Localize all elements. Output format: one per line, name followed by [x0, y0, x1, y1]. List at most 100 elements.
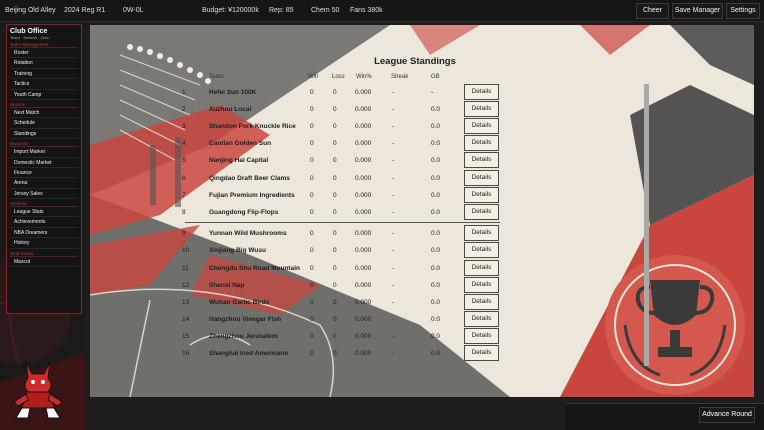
cell-win: 0 — [310, 157, 314, 165]
cell-streak: - — [392, 174, 395, 182]
cell-win: 0 — [310, 350, 314, 357]
cell-pct: 0.000 — [355, 106, 372, 114]
cheer-button[interactable]: Cheer — [636, 3, 669, 19]
cell-team: Shanghai Iced Americano — [209, 350, 289, 357]
cell-win: 0 — [310, 174, 314, 182]
cell-rank: 7 — [182, 191, 186, 199]
sidebar-item-schedule[interactable]: Schedule — [10, 118, 78, 129]
sidebar-item-history[interactable]: History — [10, 238, 78, 249]
cell-pct: 0.000 — [355, 208, 372, 216]
sidebar-item-import-market[interactable]: Import Market — [10, 147, 78, 158]
details-button[interactable]: Details — [464, 345, 499, 361]
table-row: 14 Hangzhou Vinegar Fish 0 0 0.000 - 0.0 Detail… — [90, 310, 754, 328]
details-button[interactable]: Details — [464, 225, 499, 242]
team-name: Beijing Old Alley — [5, 7, 56, 14]
cell-gb: 0.0 — [431, 298, 441, 306]
header-gb: GB — [431, 74, 440, 80]
sidebar-item-mascot[interactable]: Mascot — [10, 257, 78, 268]
save-manager-button[interactable]: Save Manager — [672, 3, 723, 19]
advance-round-button[interactable]: Advance Round — [699, 407, 755, 423]
cell-win: 0 — [310, 298, 314, 306]
cell-pct: 0.000 — [355, 350, 372, 357]
details-button[interactable]: Details — [464, 169, 499, 186]
cell-rank: 9 — [182, 230, 186, 238]
cell-loss: 0 — [333, 247, 337, 255]
sidebar-item-league-stats[interactable]: League Stats — [10, 207, 78, 218]
cell-pct: 0.000 — [355, 174, 372, 182]
cell-gb: 0.0 — [431, 315, 441, 323]
sidebar-item-finance[interactable]: Finance — [10, 168, 78, 179]
cell-streak: - — [392, 350, 395, 357]
details-button[interactable]: Details — [464, 259, 499, 276]
table-row: 5 Nanjing Hai Capital 0 0 0.000 - 0.0 Details — [90, 152, 754, 169]
details-button[interactable]: Details — [464, 203, 499, 220]
cell-rank: 8 — [182, 208, 186, 216]
details-button[interactable]: Details — [464, 310, 499, 327]
playoff-divider — [185, 222, 500, 223]
details-button[interactable]: Details — [464, 293, 499, 310]
table-row: 4 Cantian Golden Sun 0 0 0.000 - 0.0 Details — [90, 135, 754, 152]
sidebar-item-rotation[interactable]: Rotation — [10, 58, 78, 69]
sidebar-item-domestic-market[interactable]: Domestic Market — [10, 158, 78, 168]
scrollbar-thumb[interactable] — [644, 84, 649, 366]
table-row: 3 Shandon Pork Knuckle Rice 0 0 0.000 - 0.0 Det… — [90, 118, 754, 135]
cell-loss: 0 — [333, 123, 337, 131]
details-button[interactable]: Details — [464, 101, 499, 118]
details-button[interactable]: Details — [464, 118, 499, 135]
cell-team: Shanxi Nap — [209, 281, 245, 289]
cell-rank: 12 — [182, 281, 190, 289]
details-button[interactable]: Details — [464, 186, 499, 203]
cell-win: 0 — [310, 208, 314, 216]
cell-rank: 6 — [182, 174, 186, 182]
details-button[interactable]: Details — [464, 135, 499, 152]
cell-gb: 0.0 — [431, 208, 441, 216]
sidebar-item-tactics[interactable]: Tactics — [10, 79, 78, 90]
cell-gb: 0.0 — [431, 174, 441, 182]
cell-streak: - — [392, 298, 395, 306]
cell-rank: 10 — [182, 247, 190, 255]
cell-win: 0 — [310, 106, 314, 114]
settings-button[interactable]: Settings — [726, 3, 760, 19]
sidebar-item-arena[interactable]: Arena — [10, 178, 78, 189]
cell-rank: 5 — [182, 157, 186, 165]
cell-gb: 0.0 — [431, 140, 441, 148]
cell-loss: 0 — [333, 106, 337, 114]
cell-streak: - — [392, 264, 395, 272]
cell-rank: 2 — [182, 106, 186, 114]
cell-win: 0 — [310, 89, 314, 96]
cell-win: 0 — [310, 140, 314, 148]
cell-loss: 0 — [333, 350, 337, 357]
sidebar-item-next-match[interactable]: Next Match — [10, 108, 78, 119]
cell-gb: 0.0 — [431, 332, 441, 340]
details-button[interactable]: Details — [464, 242, 499, 259]
table-row: 9 Yunnan Wild Mushrooms 0 0 0.000 - 0.0 Details — [90, 225, 754, 242]
cell-team: Guangdong Flip-Flops — [209, 208, 279, 216]
header-loss: Loss — [332, 74, 345, 80]
cell-pct: 0.000 — [355, 230, 372, 238]
details-button[interactable]: Details — [464, 327, 499, 344]
details-button[interactable]: Details — [464, 276, 499, 293]
cell-streak: - — [392, 247, 395, 255]
table-row: 11 Chengdu Shu Road Mountain 0 0 0.000 - 0.0 De… — [90, 259, 754, 277]
cell-loss: 0 — [333, 315, 337, 323]
sidebar-item-achievements[interactable]: Achievements — [10, 217, 78, 228]
cell-rank: 13 — [182, 298, 190, 306]
cell-team: Zhengzhou Jerusalem — [209, 332, 278, 340]
details-button[interactable]: Details — [464, 152, 499, 169]
chemistry-display: Chem 50 — [311, 7, 340, 14]
sidebar-item-roster[interactable]: Roster — [10, 48, 78, 59]
cell-gb: 0.0 — [431, 247, 441, 255]
table-row: 6 Qingdao Draft Beer Clams 0 0 0.000 - 0.0 Deta… — [90, 169, 754, 187]
cell-loss: 0 — [333, 208, 337, 216]
cell-gb: 0.0 — [431, 191, 441, 199]
cell-streak: - — [392, 89, 395, 96]
cell-pct: 0.000 — [355, 332, 372, 340]
sidebar-item-nba-dreamers[interactable]: NBA Dreamers — [10, 228, 78, 239]
cell-rank: 3 — [182, 123, 186, 131]
sidebar-item-jersey-sales[interactable]: Jersey Sales — [10, 189, 78, 200]
sidebar-item-training[interactable]: Training — [10, 69, 78, 80]
sidebar-item-standings[interactable]: Standings — [10, 129, 78, 140]
sidebar-item-youth-camp[interactable]: Youth Camp — [10, 90, 78, 100]
details-button[interactable]: Details — [464, 84, 499, 100]
cell-pct: 0.000 — [355, 298, 372, 306]
